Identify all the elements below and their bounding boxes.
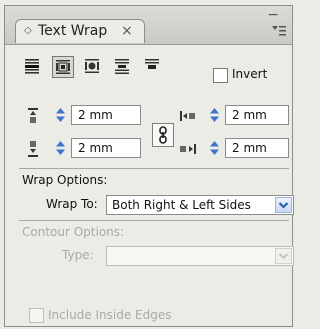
wrap-to-dropdown[interactable]: Both Right & Left Sides	[106, 195, 294, 215]
left-offset-spinner[interactable]	[206, 106, 223, 124]
bottom-offset-input[interactable]: 2 mm	[71, 138, 141, 158]
include-inside-edges-label: Include Inside Edges	[48, 308, 172, 322]
right-offset-input[interactable]: 2 mm	[225, 138, 289, 158]
invert-checkbox[interactable]	[213, 68, 228, 83]
wrap-object-shape-button[interactable]	[82, 56, 104, 78]
bounding-box-wrap-icon	[56, 60, 70, 74]
jump-next-column-icon	[145, 59, 159, 69]
right-offset-spinner[interactable]	[206, 139, 223, 157]
divider	[19, 220, 289, 221]
left-offset-icon	[180, 111, 195, 121]
contour-options-heading: Contour Options:	[22, 225, 125, 239]
wrap-to-dropdown-button[interactable]	[275, 197, 292, 213]
top-offset-spinner[interactable]	[52, 106, 69, 124]
wrap-bounding-box-button[interactable]	[52, 56, 74, 78]
text-wrap-panel: ◇ Text Wrap × − Invert 2 mm 2 mm 2 mm 2 …	[4, 5, 294, 327]
bottom-offset-spinner[interactable]	[52, 139, 69, 157]
right-offset-icon	[180, 144, 196, 154]
object-shape-wrap-icon	[85, 59, 99, 73]
no-wrap-icon	[25, 59, 39, 74]
panel-menu-icon[interactable]	[272, 24, 286, 38]
wrap-to-value: Both Right & Left Sides	[112, 198, 251, 212]
invert-label: Invert	[232, 67, 268, 81]
chevron-down-icon	[278, 253, 289, 260]
left-offset-input[interactable]: 2 mm	[225, 105, 289, 125]
jump-to-next-column-button[interactable]	[142, 56, 164, 78]
top-offset-input[interactable]: 2 mm	[71, 105, 141, 125]
close-icon[interactable]: ×	[121, 23, 133, 39]
tab-collapse-icon[interactable]: ◇	[24, 25, 32, 36]
link-offsets-button[interactable]	[152, 123, 174, 147]
tab-title: Text Wrap	[38, 23, 108, 39]
contour-type-dropdown-button[interactable]	[275, 248, 292, 264]
wrap-to-label: Wrap To:	[46, 197, 98, 211]
no-text-wrap-button[interactable]	[22, 56, 44, 78]
top-offset-icon	[28, 108, 38, 123]
tab-text-wrap[interactable]: ◇ Text Wrap ×	[15, 19, 145, 43]
contour-type-dropdown[interactable]	[106, 246, 294, 266]
jump-object-icon	[115, 59, 129, 74]
include-inside-edges-checkbox[interactable]	[29, 308, 44, 323]
chevron-down-icon	[278, 202, 289, 209]
panel-tab-bar: ◇ Text Wrap × −	[5, 6, 292, 45]
jump-object-button[interactable]	[112, 56, 134, 78]
divider	[19, 168, 289, 169]
contour-type-label: Type:	[62, 248, 94, 262]
chain-link-icon	[159, 126, 167, 144]
wrap-options-heading: Wrap Options:	[22, 173, 108, 187]
minimize-icon[interactable]: −	[267, 7, 279, 23]
bottom-offset-icon	[28, 141, 38, 157]
